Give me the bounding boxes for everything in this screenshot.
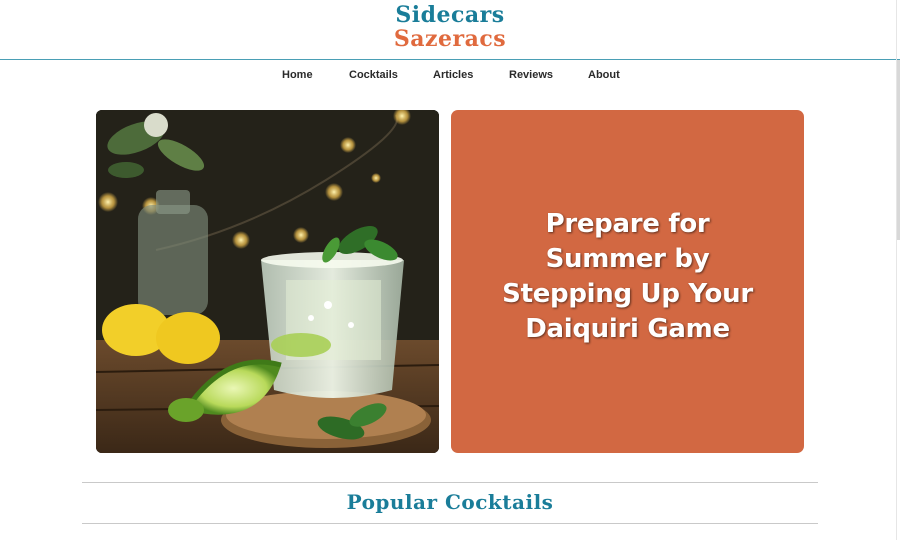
section-divider-top: [82, 482, 818, 483]
site-logo[interactable]: Sidecars Sazeracs: [0, 2, 900, 52]
featured-article-card[interactable]: Prepare for Summer by Stepping Up Your D…: [451, 110, 804, 453]
featured-article-title[interactable]: Prepare for Summer by Stepping Up Your D…: [493, 207, 763, 347]
main-nav: Home Cocktails Articles Reviews About: [0, 65, 900, 85]
cocktail-photo-icon: [96, 110, 439, 453]
site-header: Sidecars Sazeracs: [0, 0, 900, 60]
nav-item-home[interactable]: Home: [282, 65, 313, 85]
logo-line-sazeracs: Sazeracs: [393, 26, 507, 52]
logo-line-sidecars: Sidecars: [395, 2, 505, 28]
popular-cocktails-heading: Popular Cocktails: [346, 490, 554, 514]
section-divider-bottom: [82, 523, 818, 524]
nav-item-reviews[interactable]: Reviews: [509, 65, 553, 85]
nav-item-about[interactable]: About: [588, 65, 620, 85]
nav-item-articles[interactable]: Articles: [433, 65, 473, 85]
hero-cocktail-image[interactable]: [96, 110, 439, 453]
nav-item-cocktails[interactable]: Cocktails: [349, 65, 398, 85]
